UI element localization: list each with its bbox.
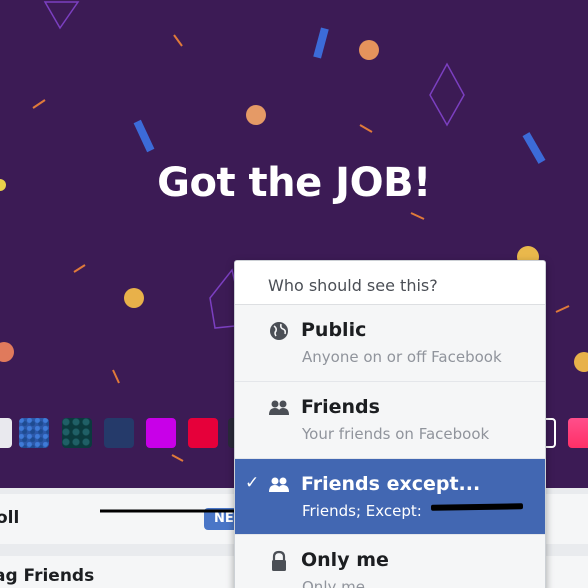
background-swatch[interactable]	[104, 418, 134, 448]
audience-option-friends[interactable]: Friends Your friends on Facebook	[235, 382, 545, 459]
background-swatch[interactable]	[568, 418, 588, 448]
option-title: Friends except...	[301, 473, 481, 495]
audience-option-public[interactable]: Public Anyone on or off Facebook	[235, 305, 545, 382]
option-description: Your friends on Facebook	[302, 425, 490, 443]
menu-header: Who should see this?	[235, 261, 545, 305]
background-swatch[interactable]	[19, 418, 49, 448]
globe-icon	[270, 322, 288, 340]
tag-friends-label: ag Friends	[0, 566, 95, 586]
option-title: Friends	[301, 396, 380, 418]
redaction-bar	[430, 503, 524, 511]
lock-icon	[272, 550, 286, 571]
friends-icon	[269, 477, 289, 492]
friends-icon	[269, 400, 289, 415]
background-swatch[interactable]	[188, 418, 218, 448]
option-title: Public	[301, 319, 367, 341]
post-headline: Got the JOB!	[157, 160, 431, 206]
check-icon: ✓	[245, 473, 260, 493]
background-swatch[interactable]	[146, 418, 176, 448]
poll-label: oll	[0, 508, 20, 528]
option-description: Anyone on or off Facebook	[302, 348, 502, 366]
audience-option-friends-except[interactable]: ✓ Friends except... Friends; Except:	[235, 459, 545, 535]
option-description: Only me	[302, 578, 365, 588]
option-title: Only me	[301, 549, 389, 571]
background-swatch[interactable]	[62, 418, 92, 448]
background-swatch[interactable]	[0, 418, 12, 448]
audience-menu: Who should see this? Public Anyone on or…	[234, 260, 546, 588]
audience-option-only-me[interactable]: Only me Only me	[235, 535, 545, 588]
option-description: Friends; Except:	[302, 502, 422, 520]
